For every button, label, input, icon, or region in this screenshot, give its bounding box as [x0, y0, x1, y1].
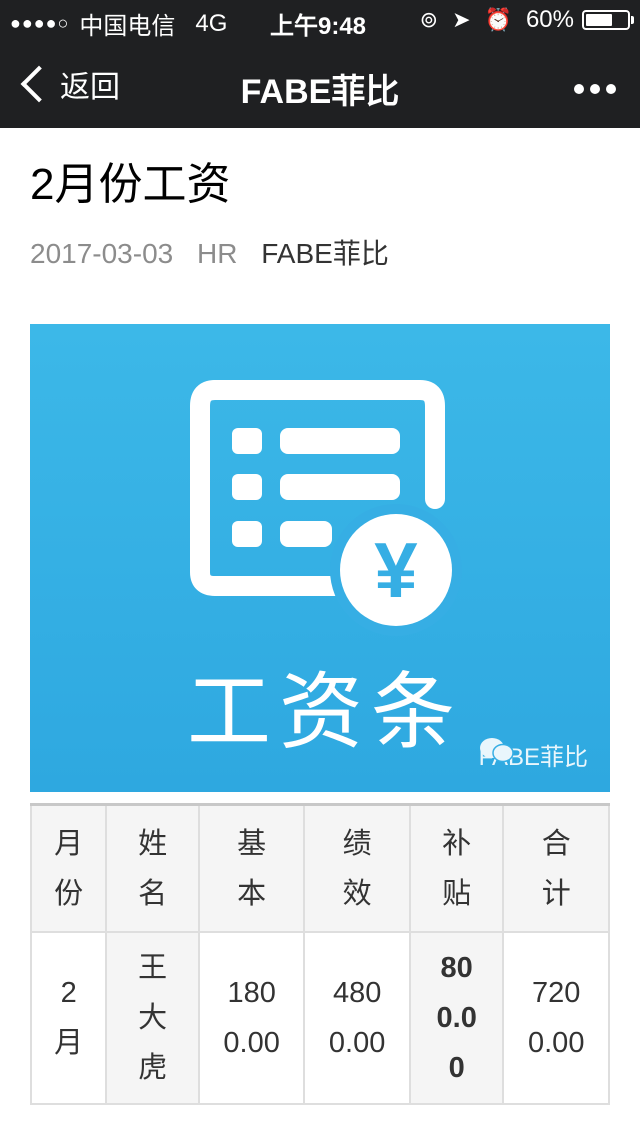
cell-month: 2月 [29, 931, 108, 1105]
publish-date: 2017-03-03 [30, 238, 174, 269]
table-header-row: 月份 姓名 基本 绩效 补贴 合计 [29, 803, 610, 933]
status-right: ⊚ ➤ ⏰ 60% [419, 6, 634, 34]
yen-symbol: ¥ [374, 526, 418, 614]
watermark: FABE菲比 [479, 737, 588, 772]
battery-icon [582, 10, 634, 30]
more-dot-icon [574, 84, 584, 94]
network-type: 4G [195, 9, 228, 37]
salary-slip-banner-image: ¥ 工资条 FABE菲比 [30, 324, 610, 792]
article-meta: 2017-03-03 HR FABE菲比 [30, 232, 389, 272]
status-time: 上午9:48 [270, 13, 367, 40]
wechat-icon [479, 738, 514, 763]
more-options-button[interactable] [568, 68, 616, 102]
column-header-month: 月份 [29, 803, 108, 933]
column-header-total: 合计 [502, 803, 610, 933]
banner-caption: 工资条 [186, 665, 463, 759]
more-dot-icon [606, 84, 616, 94]
location-arrow-icon: ➤ [452, 7, 471, 32]
salary-table: 月份 姓名 基本 绩效 补贴 合计 2月 王大虎 1800.00 4800.00… [29, 803, 610, 1105]
cell-basic: 1800.00 [197, 931, 306, 1105]
alarm-clock-icon: ⏰ [484, 7, 512, 32]
author: HR [197, 238, 238, 269]
column-header-name: 姓名 [105, 803, 200, 933]
more-dot-icon [590, 84, 600, 94]
cell-name: 王大虎 [105, 931, 200, 1105]
article-title: 2月份工资 [30, 160, 231, 209]
column-header-allowance: 补贴 [408, 803, 505, 933]
column-header-performance: 绩效 [303, 803, 411, 933]
cell-performance: 4800.00 [303, 931, 411, 1105]
rotation-lock-icon: ⊚ [419, 7, 439, 32]
carrier-name: 中国电信 [79, 13, 176, 40]
table-row: 2月 王大虎 1800.00 4800.00 800.00 7200.00 [29, 931, 610, 1105]
nav-bar: 返回 FABE菲比 [0, 40, 640, 128]
status-bar: ●●●●○ 中国电信 4G 上午9:48 ⊚ ➤ ⏰ 60% [0, 0, 640, 40]
cell-total: 7200.00 [502, 931, 610, 1105]
nav-title: FABE菲比 [240, 73, 400, 111]
signal-strength-icon: ●●●●○ [10, 13, 70, 33]
cell-allowance: 800.00 [408, 931, 505, 1105]
column-header-basic: 基本 [197, 803, 306, 933]
account-name-link[interactable]: FABE菲比 [261, 238, 389, 269]
battery-percent: 60% [525, 6, 574, 33]
status-left: ●●●●○ 中国电信 4G [10, 6, 227, 41]
